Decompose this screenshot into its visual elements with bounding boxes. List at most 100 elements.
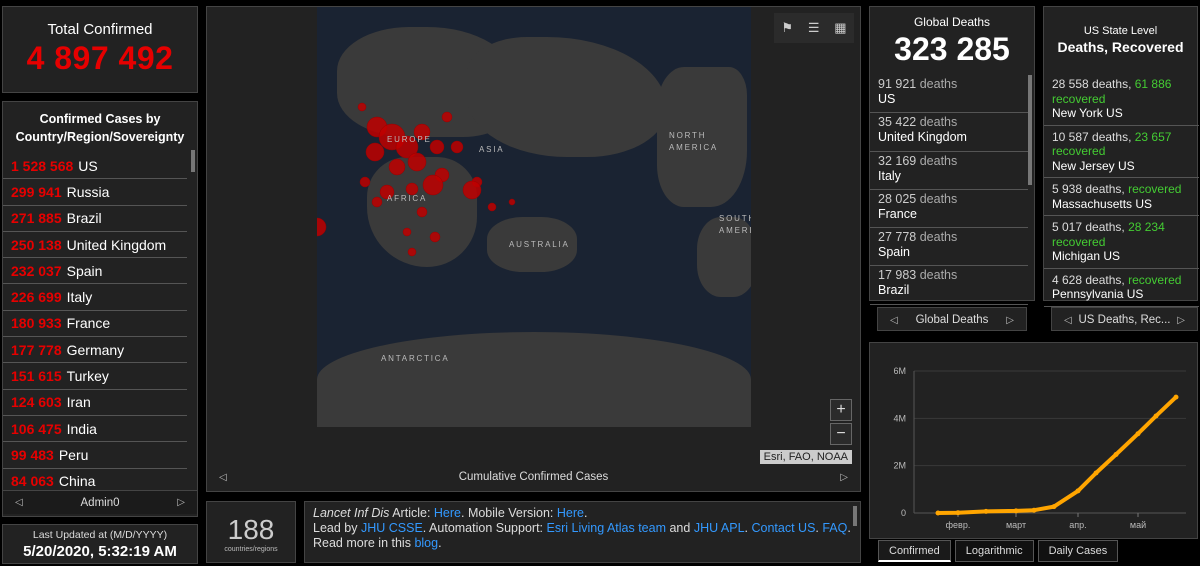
- country-case-count: 124 603: [11, 394, 62, 411]
- case-bubble[interactable]: [407, 152, 427, 172]
- qr-grid-icon[interactable]: ▦: [834, 20, 846, 36]
- bookmark-icon[interactable]: ⚑: [781, 20, 793, 36]
- zoom-out-button[interactable]: −: [830, 423, 852, 445]
- country-list-item[interactable]: 250 138 United Kingdom: [3, 232, 187, 259]
- global-deaths-pager-label: Global Deaths: [915, 314, 989, 326]
- death-count: 32 169: [878, 153, 917, 168]
- zoom-in-button[interactable]: +: [830, 399, 852, 421]
- prev-arrow-icon[interactable]: ◁: [219, 472, 227, 483]
- country-list-item[interactable]: 1 528 568 US: [3, 153, 187, 180]
- us-state-row[interactable]: 5 017 deaths, 28 234 recovered Michigan U…: [1044, 216, 1199, 269]
- country-list-item[interactable]: 124 603 Iran: [3, 390, 187, 416]
- confirmed-data-point[interactable]: [935, 510, 941, 516]
- confirmed-data-point[interactable]: [1075, 488, 1081, 494]
- next-arrow-icon[interactable]: ▷: [840, 472, 848, 483]
- case-bubble[interactable]: [317, 217, 327, 237]
- death-count: 91 921: [878, 77, 917, 91]
- us-pager-label: US Deaths, Rec...: [1078, 314, 1171, 326]
- case-bubble[interactable]: [357, 102, 367, 112]
- confirmed-data-point[interactable]: [955, 510, 961, 516]
- confirmed-data-point[interactable]: [1093, 470, 1099, 476]
- country-list-item[interactable]: 232 037 Spain: [3, 258, 187, 285]
- tab-daily-cases[interactable]: Daily Cases: [1037, 540, 1119, 562]
- esri-living-atlas-link[interactable]: Esri Living Atlas team: [547, 521, 667, 535]
- case-bubble[interactable]: [407, 247, 417, 257]
- tab-confirmed[interactable]: Confirmed: [878, 540, 951, 562]
- case-bubble[interactable]: [508, 198, 516, 206]
- contact-us-link[interactable]: Contact US: [751, 521, 815, 535]
- case-bubble[interactable]: [450, 140, 464, 154]
- info-scrollbar[interactable]: [853, 506, 857, 526]
- case-bubble[interactable]: [416, 206, 428, 218]
- us-deaths: 5 938 deaths,: [1052, 182, 1125, 196]
- us-state-row[interactable]: 28 558 deaths, 61 886 recovered New York …: [1044, 73, 1199, 126]
- country-list-item[interactable]: 271 885 Brazil: [3, 206, 187, 232]
- case-bubble[interactable]: [487, 202, 497, 212]
- blog-link[interactable]: blog: [414, 536, 438, 550]
- country-list-item[interactable]: 106 475 India: [3, 416, 187, 443]
- case-bubble[interactable]: [371, 196, 383, 208]
- confirmed-data-point[interactable]: [1173, 394, 1179, 400]
- info-text: .: [583, 506, 588, 520]
- case-bubble[interactable]: [429, 139, 445, 155]
- global-deaths-row[interactable]: 17 983 deaths Brazil: [870, 266, 1028, 305]
- next-arrow-icon[interactable]: ▷: [1006, 315, 1014, 326]
- confirmed-data-point[interactable]: [983, 508, 989, 514]
- country-list-item[interactable]: 180 933 France: [3, 311, 187, 338]
- jhu-csse-link[interactable]: JHU CSSE: [361, 521, 423, 535]
- chart-y-tick-label: 2M: [893, 461, 906, 471]
- global-deaths-row[interactable]: 91 921 deaths US: [870, 75, 1028, 114]
- case-bubble[interactable]: [402, 227, 412, 237]
- global-deaths-row[interactable]: 28 025 deaths France: [870, 190, 1028, 229]
- next-arrow-icon[interactable]: ▷: [1177, 315, 1185, 326]
- country-list-item[interactable]: 99 483 Peru: [3, 442, 187, 469]
- chart-x-tick-label: февр.: [946, 520, 971, 530]
- global-deaths-list[interactable]: 91 921 deaths US 35 422 deaths United Kingd…: [870, 75, 1028, 305]
- case-bubble[interactable]: [441, 111, 453, 123]
- global-deaths-row[interactable]: 35 422 deaths United Kingdom: [870, 113, 1028, 152]
- global-deaths-row[interactable]: 27 778 deaths Spain: [870, 228, 1028, 267]
- us-state-row[interactable]: 5 938 deaths, recovered Massachusetts US: [1044, 178, 1199, 216]
- global-deaths-scrollbar[interactable]: [1028, 75, 1032, 185]
- death-count: 27 778: [878, 230, 917, 245]
- confirmed-data-point[interactable]: [1013, 508, 1019, 514]
- death-word: deaths: [919, 77, 958, 91]
- prev-arrow-icon[interactable]: ◁: [1064, 315, 1072, 326]
- country-list-scrollbar[interactable]: [191, 150, 195, 172]
- confirmed-data-point[interactable]: [1113, 452, 1119, 457]
- article-link[interactable]: Here: [434, 506, 461, 520]
- country-list[interactable]: 1 528 568 US 299 941 Russia 271 885 Brazil 250…: [3, 153, 187, 495]
- world-map[interactable]: EUROPE ASIA AFRICA AUSTRALIA NORTH AMERI…: [317, 7, 751, 427]
- next-arrow-icon[interactable]: ▷: [177, 497, 185, 508]
- jhu-apl-link[interactable]: JHU APL: [694, 521, 745, 535]
- case-bubble[interactable]: [422, 174, 444, 196]
- case-bubble[interactable]: [365, 142, 385, 162]
- country-list-item[interactable]: 151 615 Turkey: [3, 363, 187, 390]
- faq-link[interactable]: FAQ: [822, 521, 847, 535]
- prev-arrow-icon[interactable]: ◁: [890, 315, 898, 326]
- global-deaths-row[interactable]: 32 169 deaths Italy: [870, 152, 1028, 190]
- case-bubble[interactable]: [462, 180, 482, 200]
- death-country: Spain: [878, 245, 910, 260]
- confirmed-data-point[interactable]: [1051, 504, 1057, 510]
- confirmed-data-point[interactable]: [1031, 507, 1037, 513]
- case-bubble[interactable]: [359, 176, 371, 188]
- list-icon[interactable]: ☰: [808, 20, 820, 36]
- us-state-row[interactable]: 10 587 deaths, 23 657 recovered New Jerse…: [1044, 126, 1199, 178]
- mobile-version-link[interactable]: Here: [557, 506, 584, 520]
- prev-arrow-icon[interactable]: ◁: [15, 497, 23, 508]
- info-text: and: [666, 521, 694, 535]
- country-case-count: 1 528 568: [11, 157, 74, 174]
- country-list-item[interactable]: 299 941 Russia: [3, 179, 187, 206]
- confirmed-data-point[interactable]: [1153, 413, 1159, 419]
- us-state-row[interactable]: 4 628 deaths, recovered Pennsylvania US: [1044, 269, 1199, 307]
- total-confirmed-label: Total Confirmed: [47, 21, 153, 38]
- tab-logarithmic[interactable]: Logarithmic: [954, 540, 1034, 562]
- confirmed-data-point[interactable]: [1135, 431, 1141, 437]
- info-text: . Automation Support:: [422, 521, 547, 535]
- case-bubble[interactable]: [388, 158, 406, 176]
- country-list-item[interactable]: 226 699 Italy: [3, 284, 187, 311]
- us-state-list[interactable]: 28 558 deaths, 61 886 recovered New York …: [1044, 73, 1199, 307]
- case-bubble[interactable]: [429, 231, 441, 243]
- country-list-item[interactable]: 177 778 Germany: [3, 337, 187, 364]
